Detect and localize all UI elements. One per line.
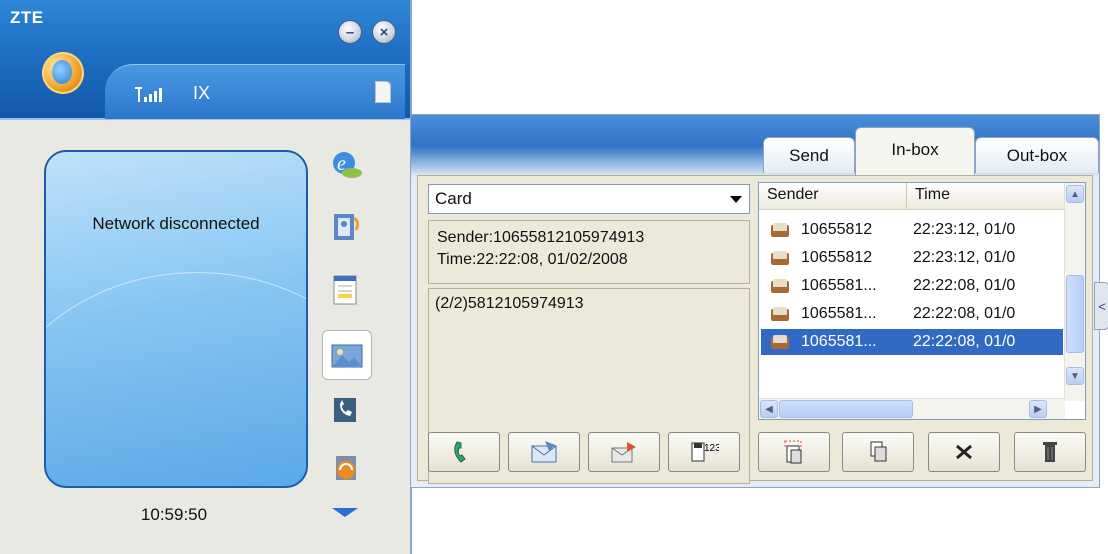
forward-button[interactable] (588, 432, 660, 472)
scissors-icon (956, 444, 972, 460)
call-back-button[interactable] (428, 432, 500, 472)
scroll-down-arrow-icon[interactable] (332, 508, 358, 517)
main-window: ZTE – × IX Network disconnected 10:59:50 (0, 0, 412, 554)
minimize-button[interactable]: – (338, 20, 362, 44)
tab-inbox[interactable]: In-box (855, 127, 975, 175)
horizontal-scrollbar[interactable]: ◀ ▶ (759, 398, 1065, 419)
envelope-icon (771, 223, 791, 237)
settings-sync-icon[interactable] (326, 448, 366, 488)
row-sender: 1065581... (801, 305, 877, 322)
table-row-selected[interactable]: 1065581... 22:22:08, 01/0 (761, 329, 1063, 355)
notepad-icon[interactable] (326, 270, 366, 310)
sim-card-icon (375, 81, 391, 103)
column-header-sender[interactable]: Sender (759, 183, 907, 209)
row-time: 22:23:12, 01/0 (913, 221, 1016, 238)
message-toolbar: 123 (428, 432, 1088, 472)
table-row[interactable]: 10655812 22:23:12, 01/0 (761, 245, 1063, 271)
column-header-time[interactable]: Time (907, 183, 1065, 209)
phonebook-icon[interactable] (326, 208, 366, 248)
envelope-icon (771, 279, 791, 293)
tab-outbox[interactable]: Out-box (975, 137, 1099, 173)
row-time: 22:22:08, 01/0 (913, 333, 1016, 350)
row-time: 22:22:08, 01/0 (913, 305, 1016, 322)
table-row[interactable]: 10655812 22:23:12, 01/0 (761, 217, 1063, 243)
sms-panel: Send In-box Out-box Card Sender:10655812… (410, 114, 1100, 488)
phone-handset-icon (454, 441, 466, 463)
copy-icon (870, 441, 887, 462)
status-bar: IX (105, 64, 405, 119)
connect-globe-icon[interactable] (42, 52, 84, 94)
envelope-forward-icon (611, 442, 636, 463)
message-time: Time:22:22:08, 01/02/2008 (437, 251, 628, 268)
message-header: Sender:10655812105974913 Time:22:22:08, … (428, 220, 750, 284)
trash-icon (1043, 442, 1057, 462)
row-sender: 10655812 (801, 249, 873, 266)
save-number-icon: 123 (691, 442, 719, 462)
copy-to-phone-button[interactable] (758, 432, 830, 472)
close-button[interactable]: × (372, 20, 396, 44)
folder-selected-value: Card (435, 189, 472, 208)
list-header: Sender Time (759, 183, 1065, 210)
brand-logo: ZTE (10, 8, 44, 27)
delete-button[interactable] (1014, 432, 1086, 472)
table-row[interactable]: 1065581... 22:22:08, 01/0 (761, 273, 1063, 299)
reply-button[interactable] (508, 432, 580, 472)
network-type-label: IX (193, 83, 211, 103)
vertical-scroll-thumb[interactable] (1066, 275, 1084, 353)
internet-explorer-icon[interactable]: e (326, 144, 366, 184)
row-sender: 1065581... (801, 277, 877, 294)
scroll-down-icon[interactable]: ▼ (1066, 367, 1084, 385)
tab-send[interactable]: Send (763, 137, 855, 173)
title-bar: ZTE – × IX (0, 0, 410, 120)
envelope-icon (771, 251, 791, 265)
inbox-content: Card Sender:10655812105974913 Time:22:22… (417, 175, 1093, 484)
svg-text:123: 123 (704, 443, 719, 454)
chevron-down-icon[interactable] (725, 187, 747, 211)
cut-button[interactable] (928, 432, 1000, 472)
network-status-text: Network disconnected (92, 214, 260, 233)
envelope-icon (771, 307, 791, 321)
status-display: Network disconnected (44, 150, 308, 488)
clock: 10:59:50 (140, 505, 208, 524)
scroll-right-icon[interactable]: ▶ (1029, 400, 1047, 418)
message-list[interactable]: Sender Time 10655812 22:23:12, 01/0 1065… (758, 182, 1086, 420)
vertical-scrollbar[interactable]: ▲ ▼ (1064, 183, 1085, 401)
envelope-icon (771, 335, 791, 349)
copy-to-phone-icon (784, 440, 802, 464)
envelope-send-icon (531, 441, 557, 463)
save-to-phonebook-button[interactable]: 123 (668, 432, 740, 472)
message-sender: Sender:10655812105974913 (437, 229, 645, 246)
horizontal-scroll-thumb[interactable] (779, 400, 913, 418)
scroll-left-icon[interactable]: ◀ (760, 400, 778, 418)
collapse-panel-icon[interactable]: < (1094, 282, 1108, 330)
call-log-icon[interactable] (326, 390, 366, 430)
scroll-up-icon[interactable]: ▲ (1066, 185, 1084, 203)
row-time: 22:23:12, 01/0 (913, 249, 1016, 266)
folder-dropdown[interactable]: Card (428, 184, 750, 214)
copy-button[interactable] (842, 432, 914, 472)
row-time: 22:22:08, 01/0 (913, 277, 1016, 294)
row-sender: 1065581... (801, 333, 877, 350)
sms-messages-icon[interactable] (322, 330, 372, 380)
row-sender: 10655812 (801, 221, 873, 238)
table-row[interactable]: 1065581... 22:22:08, 01/0 (761, 301, 1063, 327)
signal-strength-icon (135, 85, 165, 108)
